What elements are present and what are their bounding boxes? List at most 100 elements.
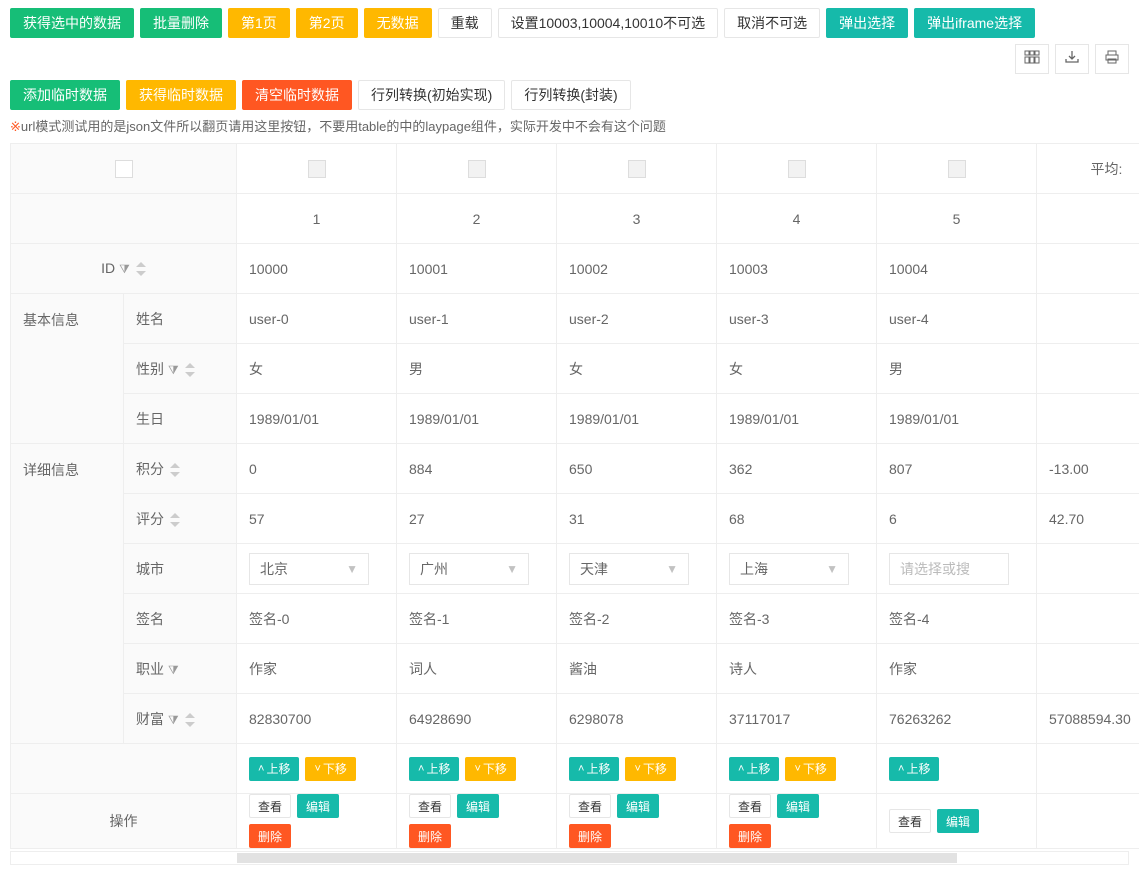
clear-temp-button[interactable]: 清空临时数据 (242, 80, 352, 110)
cell-username: user-0 (237, 294, 397, 344)
cell-sign: 签名-4 (877, 594, 1037, 644)
sort-icon[interactable] (170, 463, 180, 477)
move-down-button[interactable]: ˅下移 (465, 757, 515, 781)
edit-button[interactable]: 编辑 (457, 794, 499, 818)
move-up-button[interactable]: ˄上移 (889, 757, 939, 781)
filter-icon[interactable]: ⧩ (168, 663, 179, 678)
col-number: 5 (877, 194, 1037, 244)
get-temp-button[interactable]: 获得临时数据 (126, 80, 236, 110)
edit-button[interactable]: 编辑 (777, 794, 819, 818)
cell-birthday: 1989/01/01 (557, 394, 717, 444)
add-temp-button[interactable]: 添加临时数据 (10, 80, 120, 110)
view-button[interactable]: 查看 (889, 809, 931, 833)
print-icon[interactable] (1095, 44, 1129, 74)
get-checked-button[interactable]: 获得选中的数据 (10, 8, 134, 38)
view-button[interactable]: 查看 (569, 794, 611, 818)
cell-sex: 男 (877, 344, 1037, 394)
city-select[interactable]: 北京▼ (249, 553, 369, 585)
city-select[interactable]: 上海▼ (729, 553, 849, 585)
cell-birthday: 1989/01/01 (397, 394, 557, 444)
delete-button[interactable]: 删除 (249, 824, 291, 848)
export-icon[interactable] (1055, 44, 1089, 74)
popup-iframe-button[interactable]: 弹出iframe选择 (914, 8, 1035, 38)
move-down-button[interactable]: ˅下移 (625, 757, 675, 781)
data-table: 平均: 1 2 3 4 5 ID⧩ 10000 10001 10002 1000… (10, 143, 1139, 849)
move-down-button[interactable]: ˅下移 (305, 757, 355, 781)
cell-wealth: 82830700 (237, 694, 397, 744)
cancel-disabled-button[interactable]: 取消不可选 (724, 8, 820, 38)
filter-icon[interactable]: ⧩ (168, 363, 179, 378)
move-up-button[interactable]: ˄上移 (249, 757, 299, 781)
page2-button[interactable]: 第2页 (296, 8, 358, 38)
popup-select-button[interactable]: 弹出选择 (826, 8, 908, 38)
cell-job: 词人 (397, 644, 557, 694)
cell-username: user-4 (877, 294, 1037, 344)
label-job[interactable]: 职业⧩ (124, 644, 237, 694)
col-transform-raw-button[interactable]: 行列转换(初始实现) (358, 80, 505, 110)
cell-id: 10004 (877, 244, 1037, 294)
chevron-down-icon: ▼ (346, 562, 358, 576)
view-button[interactable]: 查看 (409, 794, 451, 818)
cell-rating: 27 (397, 494, 557, 544)
label-rating[interactable]: 评分 (124, 494, 237, 544)
avg-wealth: 57088594.30 (1037, 694, 1139, 744)
page1-button[interactable]: 第1页 (228, 8, 290, 38)
view-button[interactable]: 查看 (729, 794, 771, 818)
col-checkbox[interactable] (308, 160, 326, 178)
avg-rating: 42.70 (1037, 494, 1139, 544)
label-name: 姓名 (124, 294, 237, 344)
sort-icon[interactable] (185, 713, 195, 727)
cell-username: user-3 (717, 294, 877, 344)
cell-wealth: 6298078 (557, 694, 717, 744)
columns-icon[interactable] (1015, 44, 1049, 74)
delete-button[interactable]: 删除 (409, 824, 451, 848)
cell-rating: 57 (237, 494, 397, 544)
move-down-button[interactable]: ˅下移 (785, 757, 835, 781)
select-all-checkbox[interactable] (115, 160, 133, 178)
delete-button[interactable]: 删除 (729, 824, 771, 848)
col-checkbox[interactable] (948, 160, 966, 178)
move-up-button[interactable]: ˄上移 (409, 757, 459, 781)
edit-button[interactable]: 编辑 (937, 809, 979, 833)
city-select[interactable]: 请选择或搜 (889, 553, 1009, 585)
sort-icon[interactable] (185, 363, 195, 377)
cell-username: user-1 (397, 294, 557, 344)
label-sex[interactable]: 性别⧩ (124, 344, 237, 394)
sort-icon[interactable] (170, 513, 180, 527)
cell-score: 362 (717, 444, 877, 494)
edit-button[interactable]: 编辑 (617, 794, 659, 818)
col-number: 1 (237, 194, 397, 244)
col-checkbox[interactable] (788, 160, 806, 178)
col-number: 3 (557, 194, 717, 244)
cell-sign: 签名-0 (237, 594, 397, 644)
col-checkbox[interactable] (628, 160, 646, 178)
city-select[interactable]: 天津▼ (569, 553, 689, 585)
filter-icon[interactable]: ⧩ (168, 713, 179, 728)
label-wealth[interactable]: 财富⧩ (124, 694, 237, 744)
no-data-button[interactable]: 无数据 (364, 8, 432, 38)
move-up-button[interactable]: ˄上移 (569, 757, 619, 781)
label-score[interactable]: 积分 (124, 444, 237, 494)
col-transform-wrap-button[interactable]: 行列转换(封装) (511, 80, 630, 110)
cell-job: 酱油 (557, 644, 717, 694)
delete-button[interactable]: 删除 (569, 824, 611, 848)
filter-icon[interactable]: ⧩ (119, 262, 130, 277)
sort-icon[interactable] (136, 262, 146, 276)
col-checkbox[interactable] (468, 160, 486, 178)
group-basic: 基本信息 (11, 294, 124, 444)
cell-sign: 签名-3 (717, 594, 877, 644)
cell-id: 10002 (557, 244, 717, 294)
chevron-down-icon: ▼ (826, 562, 838, 576)
view-button[interactable]: 查看 (249, 794, 291, 818)
cell-sex: 男 (397, 344, 557, 394)
edit-button[interactable]: 编辑 (297, 794, 339, 818)
batch-delete-button[interactable]: 批量删除 (140, 8, 222, 38)
id-header[interactable]: ID⧩ (11, 244, 237, 294)
horizontal-scrollbar[interactable] (10, 851, 1129, 865)
reload-button[interactable]: 重载 (438, 8, 492, 38)
cell-birthday: 1989/01/01 (237, 394, 397, 444)
city-select[interactable]: 广州▼ (409, 553, 529, 585)
set-disabled-button[interactable]: 设置10003,10004,10010不可选 (498, 8, 719, 38)
move-up-button[interactable]: ˄上移 (729, 757, 779, 781)
cell-birthday: 1989/01/01 (877, 394, 1037, 444)
